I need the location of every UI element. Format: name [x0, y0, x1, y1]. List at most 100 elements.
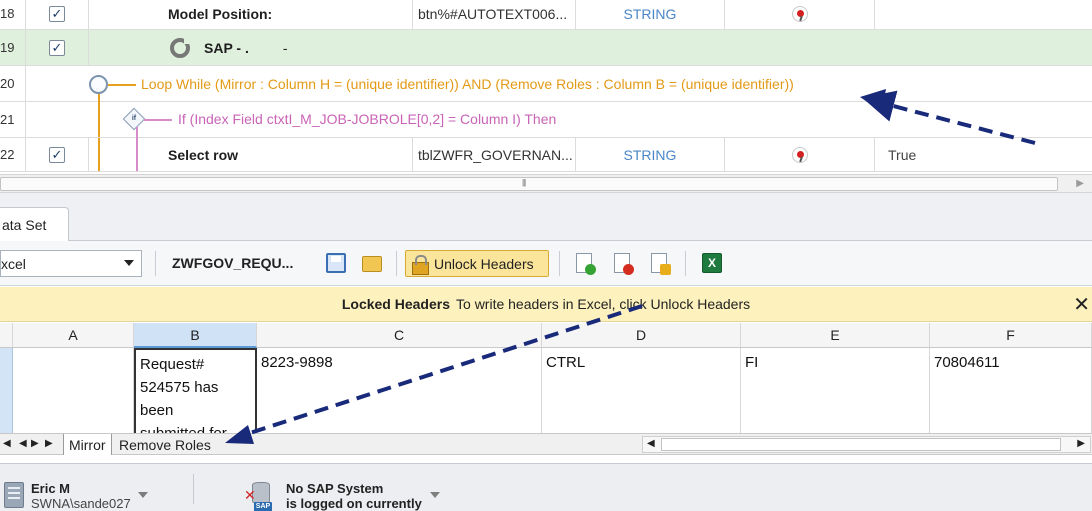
user-name: Eric M	[31, 481, 71, 496]
save-icon[interactable]	[326, 253, 346, 273]
sheet-tab-mirror[interactable]: Mirror	[63, 434, 112, 455]
table-row[interactable]: 22 ✓ Select row tblZWFR_GOVERNAN... STRI…	[0, 138, 1092, 172]
step-name: Model Position:	[89, 0, 413, 29]
next-sheet-icon[interactable]: ▶	[31, 438, 39, 449]
step-name: Select row	[89, 138, 413, 171]
chevron-down-icon	[124, 260, 134, 266]
loop-node-icon[interactable]	[89, 75, 108, 94]
status-divider	[193, 474, 194, 504]
scroll-right-arrow-icon[interactable]: ▶	[1076, 178, 1084, 189]
loop-connector	[108, 84, 136, 86]
last-sheet-icon[interactable]: ▶	[45, 438, 53, 449]
lock-icon	[412, 254, 429, 275]
dataset-name: ZWFGOV_REQU...	[172, 255, 294, 271]
if-condition-text: If (Index Field ctxtI_M_JOB-JOBROLE[0,2]…	[178, 111, 557, 127]
sheet-cell[interactable]: CTRL	[542, 348, 741, 435]
user-server-icon	[4, 482, 24, 508]
scrollbar-thumb[interactable]	[0, 177, 1058, 191]
sheet-tab-bar: ◀ ◀ ▶ ▶ Mirror Remove Roles ◀ ▶	[0, 433, 1092, 455]
column-header-c[interactable]: C	[257, 323, 542, 348]
add-row-icon[interactable]	[576, 253, 596, 275]
sap-group-dash: -	[282, 39, 288, 56]
close-icon[interactable]: ✕	[1073, 292, 1090, 317]
step-value: tblZWFR_GOVERNAN...	[413, 138, 576, 171]
row-enabled-checkbox[interactable]: ✓	[49, 5, 65, 22]
scrollbar-thumb[interactable]	[661, 438, 1061, 451]
table-row[interactable]: 18 ✓ Model Position: btn%#AUTOTEXT006...…	[0, 0, 1092, 30]
sheet-cell[interactable]	[13, 348, 134, 435]
sheet-cell[interactable]: 70804611	[930, 348, 1092, 435]
bottom-panel-tabs: ata Set	[0, 193, 1092, 241]
table-row[interactable]: 19 ✓ SAP - . -	[0, 30, 1092, 66]
row-checkbox-cell: ✓	[26, 138, 89, 171]
toolbar-divider	[685, 251, 686, 276]
step-extra	[875, 0, 1092, 29]
if-node-label: if	[131, 115, 137, 122]
disconnected-x-icon: ✕	[244, 487, 256, 503]
sheet-cell-active[interactable]: Request# 524575 has been submitted for	[134, 348, 257, 435]
sap-menu-chevron-icon[interactable]	[430, 492, 440, 498]
row-number: 22	[0, 138, 26, 171]
script-grid: 18 ✓ Model Position: btn%#AUTOTEXT006...…	[0, 0, 1092, 172]
sheet-cell[interactable]: 8223-9898	[257, 348, 542, 435]
step-extra: True	[888, 146, 917, 163]
dataset-toolbar: xcel ZWFGOV_REQU... Unlock Headers X	[0, 241, 1092, 286]
unlock-headers-button[interactable]: Unlock Headers	[405, 250, 549, 277]
row-checkbox-cell: ✓	[26, 30, 89, 65]
pin-cell	[725, 0, 875, 29]
row-number: 21	[0, 102, 26, 137]
data-source-select[interactable]: xcel	[0, 250, 142, 277]
column-header-a[interactable]: A	[13, 323, 134, 348]
row-number: 20	[0, 66, 26, 101]
unlock-headers-label: Unlock Headers	[434, 255, 534, 272]
locked-headers-banner: Locked Headers To write headers in Excel…	[0, 287, 1092, 322]
step-value: btn%#AUTOTEXT006...	[413, 0, 576, 29]
open-folder-icon[interactable]	[362, 256, 382, 272]
column-header-d[interactable]: D	[542, 323, 741, 348]
grid-horizontal-scrollbar[interactable]: ||| ▶	[0, 174, 1092, 193]
banner-message: To write headers in Excel, click Unlock …	[456, 296, 751, 312]
delete-row-icon[interactable]	[614, 253, 634, 275]
sap-group-title: SAP - . -	[170, 30, 288, 65]
toolbar-divider	[396, 251, 397, 276]
sheet-cell[interactable]: FI	[741, 348, 930, 435]
pin-icon[interactable]	[791, 146, 808, 163]
if-connector	[144, 119, 172, 121]
tab-data-set[interactable]: ata Set	[0, 207, 69, 241]
row-enabled-checkbox[interactable]: ✓	[49, 39, 65, 56]
sap-system-icon: ✕ SAP	[244, 482, 276, 511]
pin-icon[interactable]	[791, 5, 808, 22]
sap-process-icon	[170, 36, 191, 58]
row-enabled-checkbox[interactable]: ✓	[49, 146, 65, 163]
data-source-value: xcel	[1, 255, 26, 272]
step-type: STRING	[576, 138, 725, 171]
sheet-horizontal-scrollbar[interactable]: ◀ ▶	[642, 436, 1091, 453]
status-bar: Eric M SWNA\sande027 ✕ SAP No SAP System…	[0, 463, 1092, 511]
prev-sheet-icon[interactable]: ◀	[19, 438, 27, 449]
sheet-tab-remove-roles[interactable]: Remove Roles	[114, 434, 216, 455]
row-checkbox-cell	[26, 66, 89, 101]
scroll-right-arrow-icon[interactable]: ▶	[1077, 438, 1085, 449]
excel-icon[interactable]: X	[702, 253, 722, 273]
step-type: STRING	[576, 0, 725, 29]
sap-system-label: SAP	[254, 502, 272, 511]
toolbar-divider	[559, 251, 560, 276]
pin-cell	[725, 138, 875, 171]
row-number: 19	[0, 30, 26, 65]
loop-condition-text: Loop While (Mirror : Column H = (unique …	[141, 76, 794, 92]
first-sheet-icon[interactable]: ◀	[3, 438, 11, 449]
column-header-b[interactable]: B	[134, 323, 257, 348]
toolbar-divider	[155, 251, 156, 276]
sap-status-line1: No SAP System	[286, 481, 384, 496]
row-number: 18	[0, 0, 26, 29]
row-header[interactable]	[0, 348, 13, 435]
edit-row-icon[interactable]	[651, 253, 671, 275]
row-checkbox-cell: ✓	[26, 0, 89, 29]
scroll-left-arrow-icon[interactable]: ◀	[647, 438, 655, 449]
sap-status-line2: is logged on currently	[286, 496, 422, 511]
corner-header[interactable]	[0, 323, 13, 348]
user-menu-chevron-icon[interactable]	[138, 492, 148, 498]
column-header-e[interactable]: E	[741, 323, 930, 348]
column-header-f[interactable]: F	[930, 323, 1092, 348]
row-checkbox-cell	[26, 102, 89, 137]
